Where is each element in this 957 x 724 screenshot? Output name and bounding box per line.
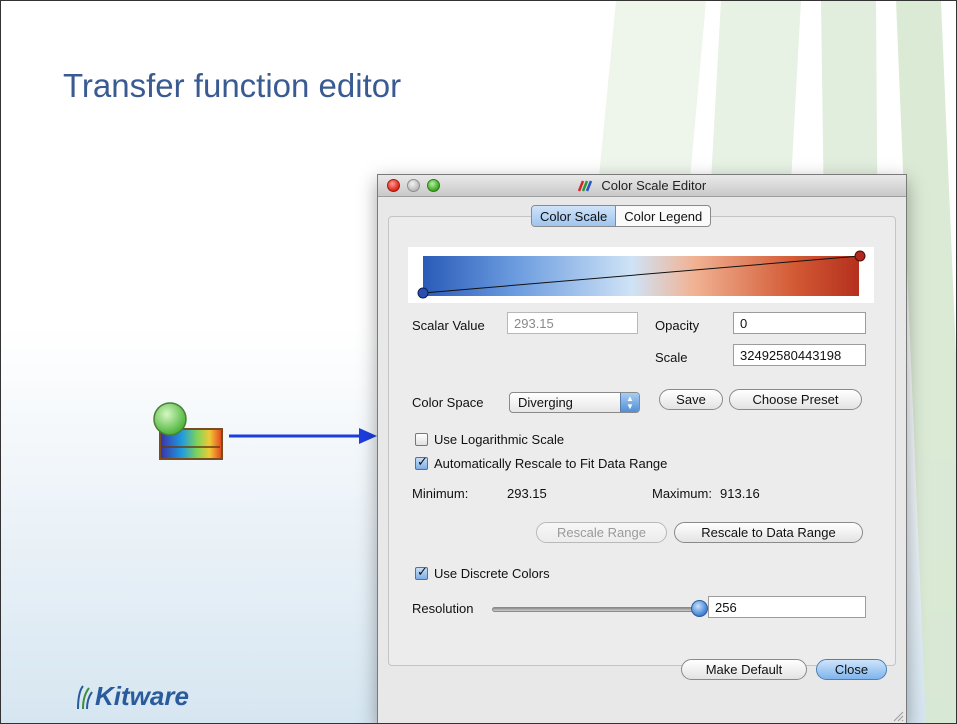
- scalar-value-label: Scalar Value: [412, 318, 485, 333]
- select-arrows-icon: ▲ ▼: [620, 393, 639, 412]
- color-scale-editor-dialog: Color Scale Editor Color Scale Color Leg…: [377, 174, 907, 723]
- flow-arrow: [229, 428, 377, 444]
- maximum-value: 913.16: [720, 486, 760, 501]
- color-map-node-icon: [153, 402, 223, 460]
- make-default-button[interactable]: Make Default: [681, 659, 807, 680]
- color-space-select[interactable]: Diverging ▲ ▼: [509, 392, 640, 413]
- auto-rescale-label: Automatically Rescale to Fit Data Range: [434, 456, 668, 471]
- resolution-field[interactable]: 256: [708, 596, 866, 618]
- color-space-selected: Diverging: [518, 395, 573, 410]
- slide-title: Transfer function editor: [63, 67, 402, 104]
- auto-rescale-checkbox[interactable]: [415, 455, 428, 470]
- kitware-logo: Kitware: [75, 681, 189, 712]
- kitware-logo-icon: [77, 684, 93, 709]
- window-titlebar[interactable]: Color Scale Editor: [378, 175, 906, 197]
- color-space-label: Color Space: [412, 395, 484, 410]
- color-scale-icon: [577, 180, 592, 192]
- save-button[interactable]: Save: [659, 389, 723, 410]
- control-point-max[interactable]: [854, 250, 866, 262]
- resize-grip-icon[interactable]: [892, 710, 904, 722]
- tab-bar: Color Scale Color Legend: [531, 205, 712, 227]
- scalar-value-field[interactable]: 293.15: [507, 312, 638, 334]
- discrete-colors-checkbox[interactable]: [415, 565, 428, 580]
- transfer-function-canvas[interactable]: [408, 247, 874, 303]
- scale-label: Scale: [655, 350, 688, 365]
- window-title: Color Scale Editor: [601, 178, 707, 193]
- discrete-colors-label: Use Discrete Colors: [434, 566, 550, 581]
- scale-field[interactable]: 32492580443198: [733, 344, 866, 366]
- maximum-label: Maximum:: [652, 486, 712, 501]
- resolution-slider-track[interactable]: [492, 607, 701, 612]
- rescale-to-data-range-button[interactable]: Rescale to Data Range: [674, 522, 863, 543]
- minimum-label: Minimum:: [412, 486, 469, 501]
- opacity-label: Opacity: [655, 318, 700, 333]
- log-scale-checkbox[interactable]: [415, 433, 428, 446]
- minimum-value: 293.15: [507, 486, 547, 501]
- slide: Transfer function editor Kitware Color S…: [0, 0, 957, 724]
- opacity-field[interactable]: 0: [733, 312, 866, 334]
- transfer-function-editor[interactable]: [408, 247, 874, 303]
- control-point-min[interactable]: [417, 287, 429, 299]
- rescale-range-button[interactable]: Rescale Range: [536, 522, 667, 543]
- tab-color-scale[interactable]: Color Scale: [532, 206, 617, 226]
- window-title-area: Color Scale Editor: [378, 178, 906, 193]
- resolution-slider-knob[interactable]: [690, 600, 708, 617]
- choose-preset-button[interactable]: Choose Preset: [729, 389, 862, 410]
- close-button[interactable]: Close: [816, 659, 887, 680]
- resolution-label: Resolution: [412, 601, 474, 616]
- tab-color-legend[interactable]: Color Legend: [616, 206, 710, 226]
- log-scale-label: Use Logarithmic Scale: [434, 432, 565, 447]
- kitware-logo-text: Kitware: [95, 681, 189, 711]
